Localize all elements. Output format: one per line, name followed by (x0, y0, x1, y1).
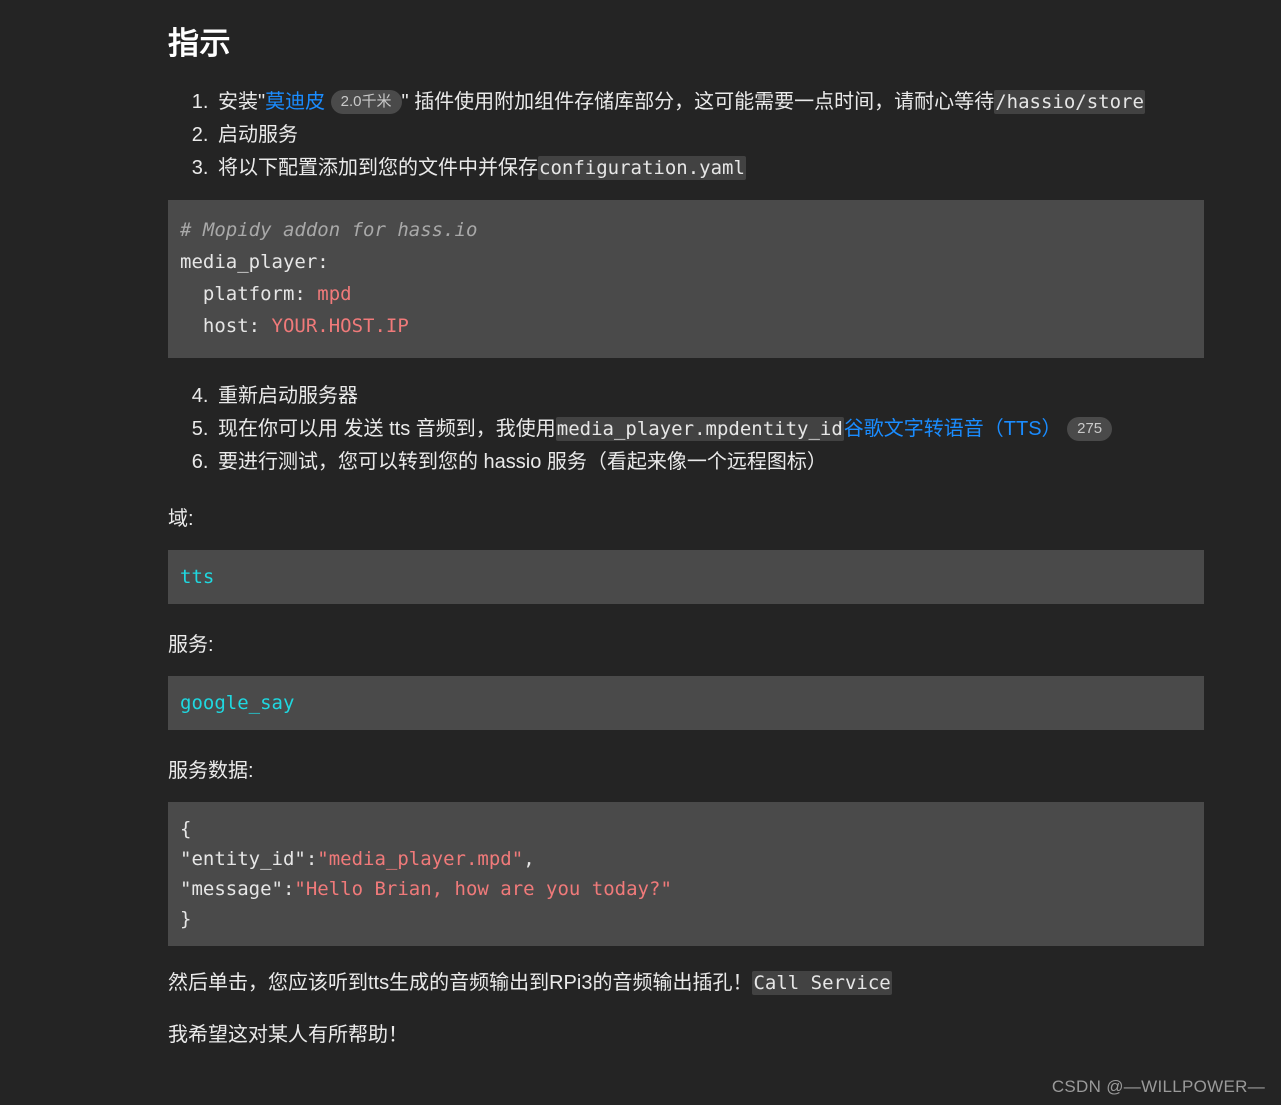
json-value-entity-id: "media_player.mpd" (317, 848, 524, 871)
domain-label: 域: (168, 508, 194, 531)
step2-text: 启动服务 (218, 124, 298, 147)
count-badge: 275 (1067, 417, 1113, 442)
mopidy-link[interactable]: 莫迪皮 (265, 91, 325, 113)
step3-text: 将以下配置添加到您的文件中并保存 (218, 157, 538, 180)
json-close-brace: } (180, 908, 192, 931)
step1-text-after: " 插件使用附加组件存储库部分，这可能需要一点时间，请耐心等待 (401, 91, 995, 114)
instruction-list: 安装"莫迪皮 2.0千米" 插件使用附加组件存储库部分，这可能需要一点时间，请耐… (168, 86, 1204, 184)
step4-text: 重新启动服务器 (218, 385, 358, 408)
service-label: 服务: (168, 634, 214, 657)
google-tts-link[interactable]: 谷歌文字转语音（TTS） (844, 418, 1062, 440)
yaml-key-media-player: media_player: (180, 251, 329, 274)
instruction-list-continued: 重新启动服务器 现在你可以用 发送 tts 音频到，我使用media_playe… (168, 380, 1204, 478)
yaml-value-host: YOUR.HOST.IP (271, 315, 409, 338)
step5-text-before: 现在你可以用 发送 tts 音频到，我使用 (218, 418, 556, 441)
service-value: google_say (180, 692, 295, 715)
step6-text: 要进行测试，您可以转到您的 hassio 服务（看起来像一个远程图标） (218, 451, 827, 474)
yaml-comment-line: # Mopidy addon for hass.io (180, 219, 478, 242)
closing-paragraph: 然后单击，您应该听到tts生成的音频输出到RPi3的音频输出插孔！Call Se… (168, 968, 1204, 998)
article-body: 指示 安装"莫迪皮 2.0千米" 插件使用附加组件存储库部分，这可能需要一点时间… (168, 0, 1204, 1050)
page-title: 指示 (168, 26, 231, 61)
list-item: 重新启动服务器 (214, 380, 1204, 412)
code-block-service-data: { "entity_id":"media_player.mpd", "messa… (168, 802, 1204, 947)
status-badge: 2.0千米 (330, 90, 402, 115)
list-item: 将以下配置添加到您的文件中并保存configuration.yaml (214, 152, 1204, 184)
inline-code-configuration-yaml: configuration.yaml (538, 156, 746, 181)
json-open-brace: { (180, 818, 192, 841)
list-item: 安装"莫迪皮 2.0千米" 插件使用附加组件存储库部分，这可能需要一点时间，请耐… (214, 86, 1204, 118)
inline-code-entity-id: media_player.mpdentity_id (555, 417, 844, 442)
final-paragraph: 我希望这对某人有所帮助！ (168, 1024, 408, 1047)
code-block-domain: tts (168, 550, 1204, 605)
json-key-entity-id: "entity_id": (180, 848, 318, 871)
page-root: 指示 安装"莫迪皮 2.0千米" 插件使用附加组件存储库部分，这可能需要一点时间… (0, 0, 1281, 1105)
csdn-watermark: CSDN @—WILLPOWER— (1051, 1077, 1265, 1096)
list-item: 现在你可以用 发送 tts 音频到，我使用media_player.mpdent… (214, 413, 1204, 445)
json-value-message: "Hello Brian, how are you today?" (294, 878, 672, 901)
inline-code-call-service: Call Service (752, 971, 892, 996)
inline-code-hassio-store: /hassio/store (994, 90, 1145, 115)
yaml-key-host: host: (180, 315, 272, 338)
json-comma: , (523, 848, 535, 871)
code-block-service: google_say (168, 676, 1204, 731)
yaml-value-platform: mpd (317, 283, 352, 306)
step1-text-before: 安装" (218, 91, 266, 114)
domain-value: tts (180, 566, 215, 589)
list-item: 启动服务 (214, 119, 1204, 151)
service-data-label: 服务数据: (168, 760, 254, 783)
list-item: 要进行测试，您可以转到您的 hassio 服务（看起来像一个远程图标） (214, 446, 1204, 478)
closing-text: 然后单击，您应该听到tts生成的音频输出到RPi3的音频输出插孔！ (168, 972, 753, 995)
json-key-message: "message": (180, 878, 295, 901)
code-block-yaml: # Mopidy addon for hass.io media_player:… (168, 200, 1204, 359)
yaml-key-platform: platform: (180, 283, 318, 306)
